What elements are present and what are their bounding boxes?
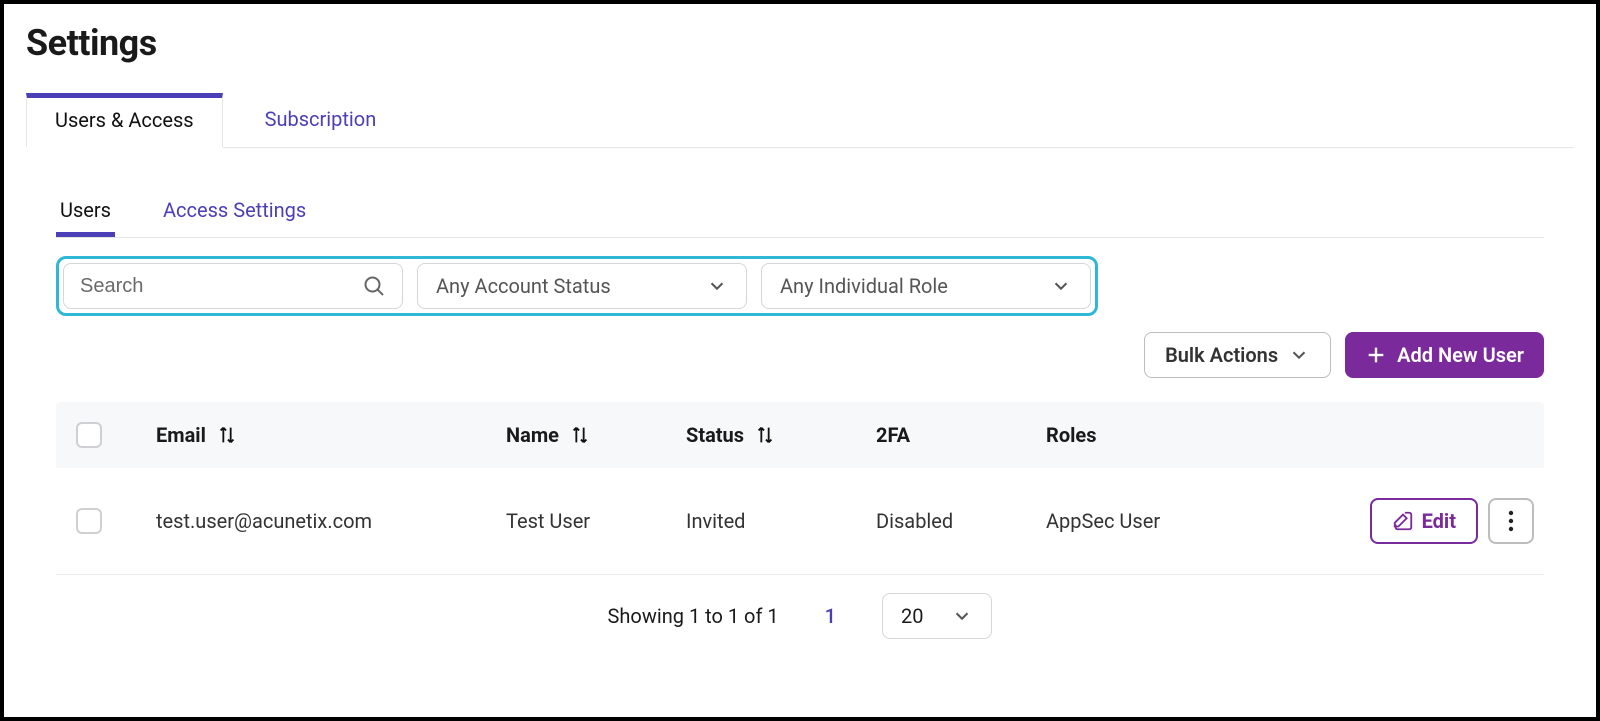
plus-icon [1365, 344, 1387, 366]
row-actions: Edit [1296, 498, 1534, 544]
row-checkbox[interactable] [76, 508, 102, 534]
cell-email: test.user@acunetix.com [156, 509, 506, 533]
col-roles: Roles [1046, 423, 1296, 447]
tab-subscription[interactable]: Subscription [259, 93, 383, 148]
cell-roles: AppSec User [1046, 509, 1296, 533]
users-table: Email Name Status 2FA Rol [56, 402, 1544, 575]
subtab-users[interactable]: Users [56, 198, 115, 237]
table-header: Email Name Status 2FA Rol [56, 402, 1544, 468]
chevron-down-icon [1288, 344, 1310, 366]
add-new-user-label: Add New User [1397, 343, 1524, 367]
account-status-label: Any Account Status [436, 274, 611, 298]
pagination-summary: Showing 1 to 1 of 1 [608, 604, 779, 628]
individual-role-select[interactable]: Any Individual Role [761, 263, 1091, 309]
tab-users-access[interactable]: Users & Access [26, 93, 223, 148]
cell-name: Test User [506, 509, 686, 533]
col-roles-label: Roles [1046, 423, 1096, 447]
sort-icon [216, 424, 238, 446]
page-size-value: 20 [901, 604, 923, 628]
bulk-actions-label: Bulk Actions [1165, 343, 1278, 367]
col-2fa-label: 2FA [876, 423, 910, 447]
edit-button[interactable]: Edit [1370, 498, 1478, 544]
filter-bar: Any Account Status Any Individual Role [56, 256, 1098, 316]
col-email-label: Email [156, 423, 206, 447]
actions-row: Bulk Actions Add New User [56, 332, 1544, 378]
account-status-select[interactable]: Any Account Status [417, 263, 747, 309]
cell-status: Invited [686, 509, 876, 533]
edit-icon [1392, 510, 1414, 532]
select-all-checkbox[interactable] [76, 422, 102, 448]
chevron-down-icon [951, 605, 973, 627]
page-size-select[interactable]: 20 [882, 593, 992, 639]
page-number[interactable]: 1 [825, 604, 836, 628]
col-name-label: Name [506, 423, 559, 447]
col-status[interactable]: Status [686, 423, 876, 447]
search-field-wrap [63, 263, 403, 309]
search-input[interactable] [80, 275, 340, 298]
sub-tabs: Users Access Settings [56, 198, 1544, 238]
edit-label: Edit [1422, 509, 1456, 533]
chevron-down-icon [1050, 275, 1072, 297]
col-name[interactable]: Name [506, 423, 686, 447]
sort-icon [754, 424, 776, 446]
search-icon [362, 274, 386, 298]
cell-2fa: Disabled [876, 509, 1046, 533]
row-more-button[interactable] [1488, 498, 1534, 544]
chevron-down-icon [706, 275, 728, 297]
page-title: Settings [26, 22, 1574, 64]
pagination: Showing 1 to 1 of 1 1 20 [56, 593, 1544, 639]
top-tabs: Users & Access Subscription [26, 92, 1574, 148]
bulk-actions-button[interactable]: Bulk Actions [1144, 332, 1331, 378]
table-row: test.user@acunetix.com Test User Invited… [56, 468, 1544, 575]
individual-role-label: Any Individual Role [780, 274, 948, 298]
sort-icon [569, 424, 591, 446]
more-vertical-icon [1508, 509, 1514, 533]
col-2fa: 2FA [876, 423, 1046, 447]
add-new-user-button[interactable]: Add New User [1345, 332, 1544, 378]
subtab-access-settings[interactable]: Access Settings [159, 198, 310, 237]
col-email[interactable]: Email [156, 423, 506, 447]
col-status-label: Status [686, 423, 744, 447]
